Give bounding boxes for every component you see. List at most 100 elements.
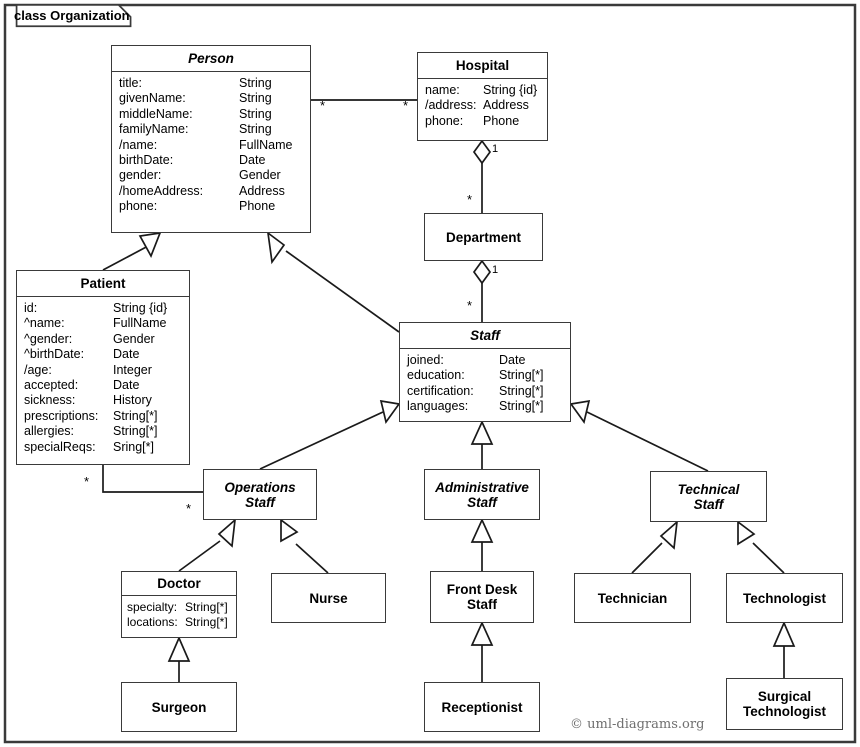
multiplicity-hospital-department-hospital-end: 1 [492,143,499,155]
class-box-surgeon[interactable]: Surgeon [121,682,237,732]
multiplicity-person-hospital-person-end: * [320,98,326,113]
attribute-name: /address: [425,98,477,113]
attribute-type: String [239,76,272,90]
attribute-type: String[*] [185,600,228,614]
edge-surgical-technologist-technologist [772,620,796,678]
edge-technical-staff-staff [569,399,709,472]
attribute-row: /age: Integer [24,363,189,378]
attribute-type: String [239,91,272,106]
class-name-surgeon: Surgeon [151,699,207,715]
attribute-compartment-patient: id: String {id} ^name: FullName ^gender: Ge… [17,297,189,459]
class-box-technician[interactable]: Technician [574,573,691,623]
attribute-type: History [113,393,152,408]
attribute-row: id: String {id} [24,301,189,316]
attribute-compartment-staff: joined: Date education: String[*] certific… [400,349,570,419]
multiplicity-patient-operations-operations-end: * [186,501,192,516]
attribute-type: String[*] [185,615,228,630]
attribute-name: ^name: [24,316,65,331]
class-name-technologist: Technologist [743,590,826,606]
attribute-type: String {id} [113,301,168,315]
attribute-row: languages: String[*] [407,399,570,414]
class-box-patient[interactable]: Patient id: String {id} ^name: FullName ^g… [16,270,190,465]
attribute-name: ^birthDate: [24,347,85,362]
attribute-name: allergies: [24,424,75,439]
edge-hospital-department [472,139,492,213]
class-name-surgical-technologist: Surgical Technologist [743,689,826,719]
attribute-row: middleName: String [119,107,310,122]
attribute-name: prescriptions: [24,408,99,423]
multiplicity-department-staff-department-end: 1 [492,264,499,276]
attribute-compartment-doctor: specialty: String[*] locations: String[*] [122,596,236,635]
attribute-name: name: [425,83,460,97]
attribute-type: String[*] [113,424,158,439]
attribute-type: String [239,122,272,137]
attribute-row: title: String [119,76,310,91]
attribute-name: locations: [127,615,178,630]
attribute-type: Address [483,98,529,113]
attribute-row: sickness: History [24,393,189,408]
attribute-row: givenName: String [119,91,310,106]
class-box-operations-staff[interactable]: Operations Staff [203,469,317,520]
attribute-row: /name: FullName [119,138,310,153]
class-name-technical-staff: Technical Staff [677,481,740,512]
class-box-receptionist[interactable]: Receptionist [424,682,540,732]
attribute-row: certification: String[*] [407,384,570,399]
attribute-name: givenName: [119,91,186,106]
attribute-name: middleName: [119,106,193,121]
class-name-receptionist: Receptionist [441,699,523,715]
attribute-row: joined: Date [407,353,570,368]
attribute-type: String[*] [113,408,158,423]
edge-technician-technical-staff [631,519,679,574]
class-box-technologist[interactable]: Technologist [726,573,843,623]
attribute-row: name: String {id} [425,83,547,98]
attribute-row: ^name: FullName [24,316,189,331]
class-box-front-desk-staff[interactable]: Front Desk Staff [430,571,534,623]
attribute-type: String[*] [499,368,544,383]
class-name-operations-staff: Operations Staff [224,479,296,510]
attribute-row: accepted: Date [24,378,189,393]
multiplicity-hospital-department-department-end: * [467,192,473,207]
class-box-department[interactable]: Department [424,213,543,261]
attribute-type: Phone [239,199,276,214]
class-name-administrative-staff: Administrative Staff [435,479,529,510]
class-box-surgical-technologist[interactable]: Surgical Technologist [726,678,843,730]
class-box-hospital[interactable]: Hospital name: String {id} /address: Addre… [417,52,548,141]
attribute-row: specialty: String[*] [127,600,236,615]
attribute-name: /age: [24,362,52,377]
attribute-name: /name: [119,137,158,152]
class-box-staff[interactable]: Staff joined: Date education: String[*] ce… [399,322,571,422]
class-box-person[interactable]: Person title: String givenName: String mid… [111,45,311,233]
attribute-name: familyName: [119,122,189,137]
attribute-name: sickness: [24,393,76,408]
attribute-name: title: [119,76,142,90]
class-name-hospital: Hospital [455,58,510,73]
attribute-row: birthDate: Date [119,153,310,168]
attribute-name: joined: [407,353,444,367]
attribute-row: specialReqs: Sring[*] [24,440,189,455]
attribute-name: specialReqs: [24,439,96,454]
class-name-front-desk-staff: Front Desk Staff [446,582,518,612]
attribute-row: prescriptions: String[*] [24,409,189,424]
attribute-name: accepted: [24,378,79,393]
class-box-doctor[interactable]: Doctor specialty: String[*] locations: Str… [121,571,237,638]
attribute-type: Date [499,353,526,367]
attribute-name: education: [407,368,465,383]
attribute-compartment-hospital: name: String {id} /address: Address phone:… [418,79,547,133]
edge-administrative-staff-staff [470,419,494,469]
attribute-type: Integer [113,362,152,377]
attribute-type: String {id} [483,83,538,97]
class-box-technical-staff[interactable]: Technical Staff [650,471,767,522]
class-box-nurse[interactable]: Nurse [271,573,386,623]
attribute-row: /homeAddress: Address [119,184,310,199]
attribute-type: Address [239,183,285,198]
multiplicity-person-hospital-hospital-end: * [403,98,409,113]
attribute-row: allergies: String[*] [24,424,189,439]
class-box-administrative-staff[interactable]: Administrative Staff [424,469,540,520]
attribute-name: phone: [119,199,158,214]
attribute-name: languages: [407,399,469,414]
attribute-type: Gender [113,331,155,346]
attribute-name: phone: [425,113,464,128]
class-name-person: Person [188,51,234,66]
multiplicity-department-staff-staff-end: * [467,298,473,313]
class-name-department: Department [445,229,521,245]
